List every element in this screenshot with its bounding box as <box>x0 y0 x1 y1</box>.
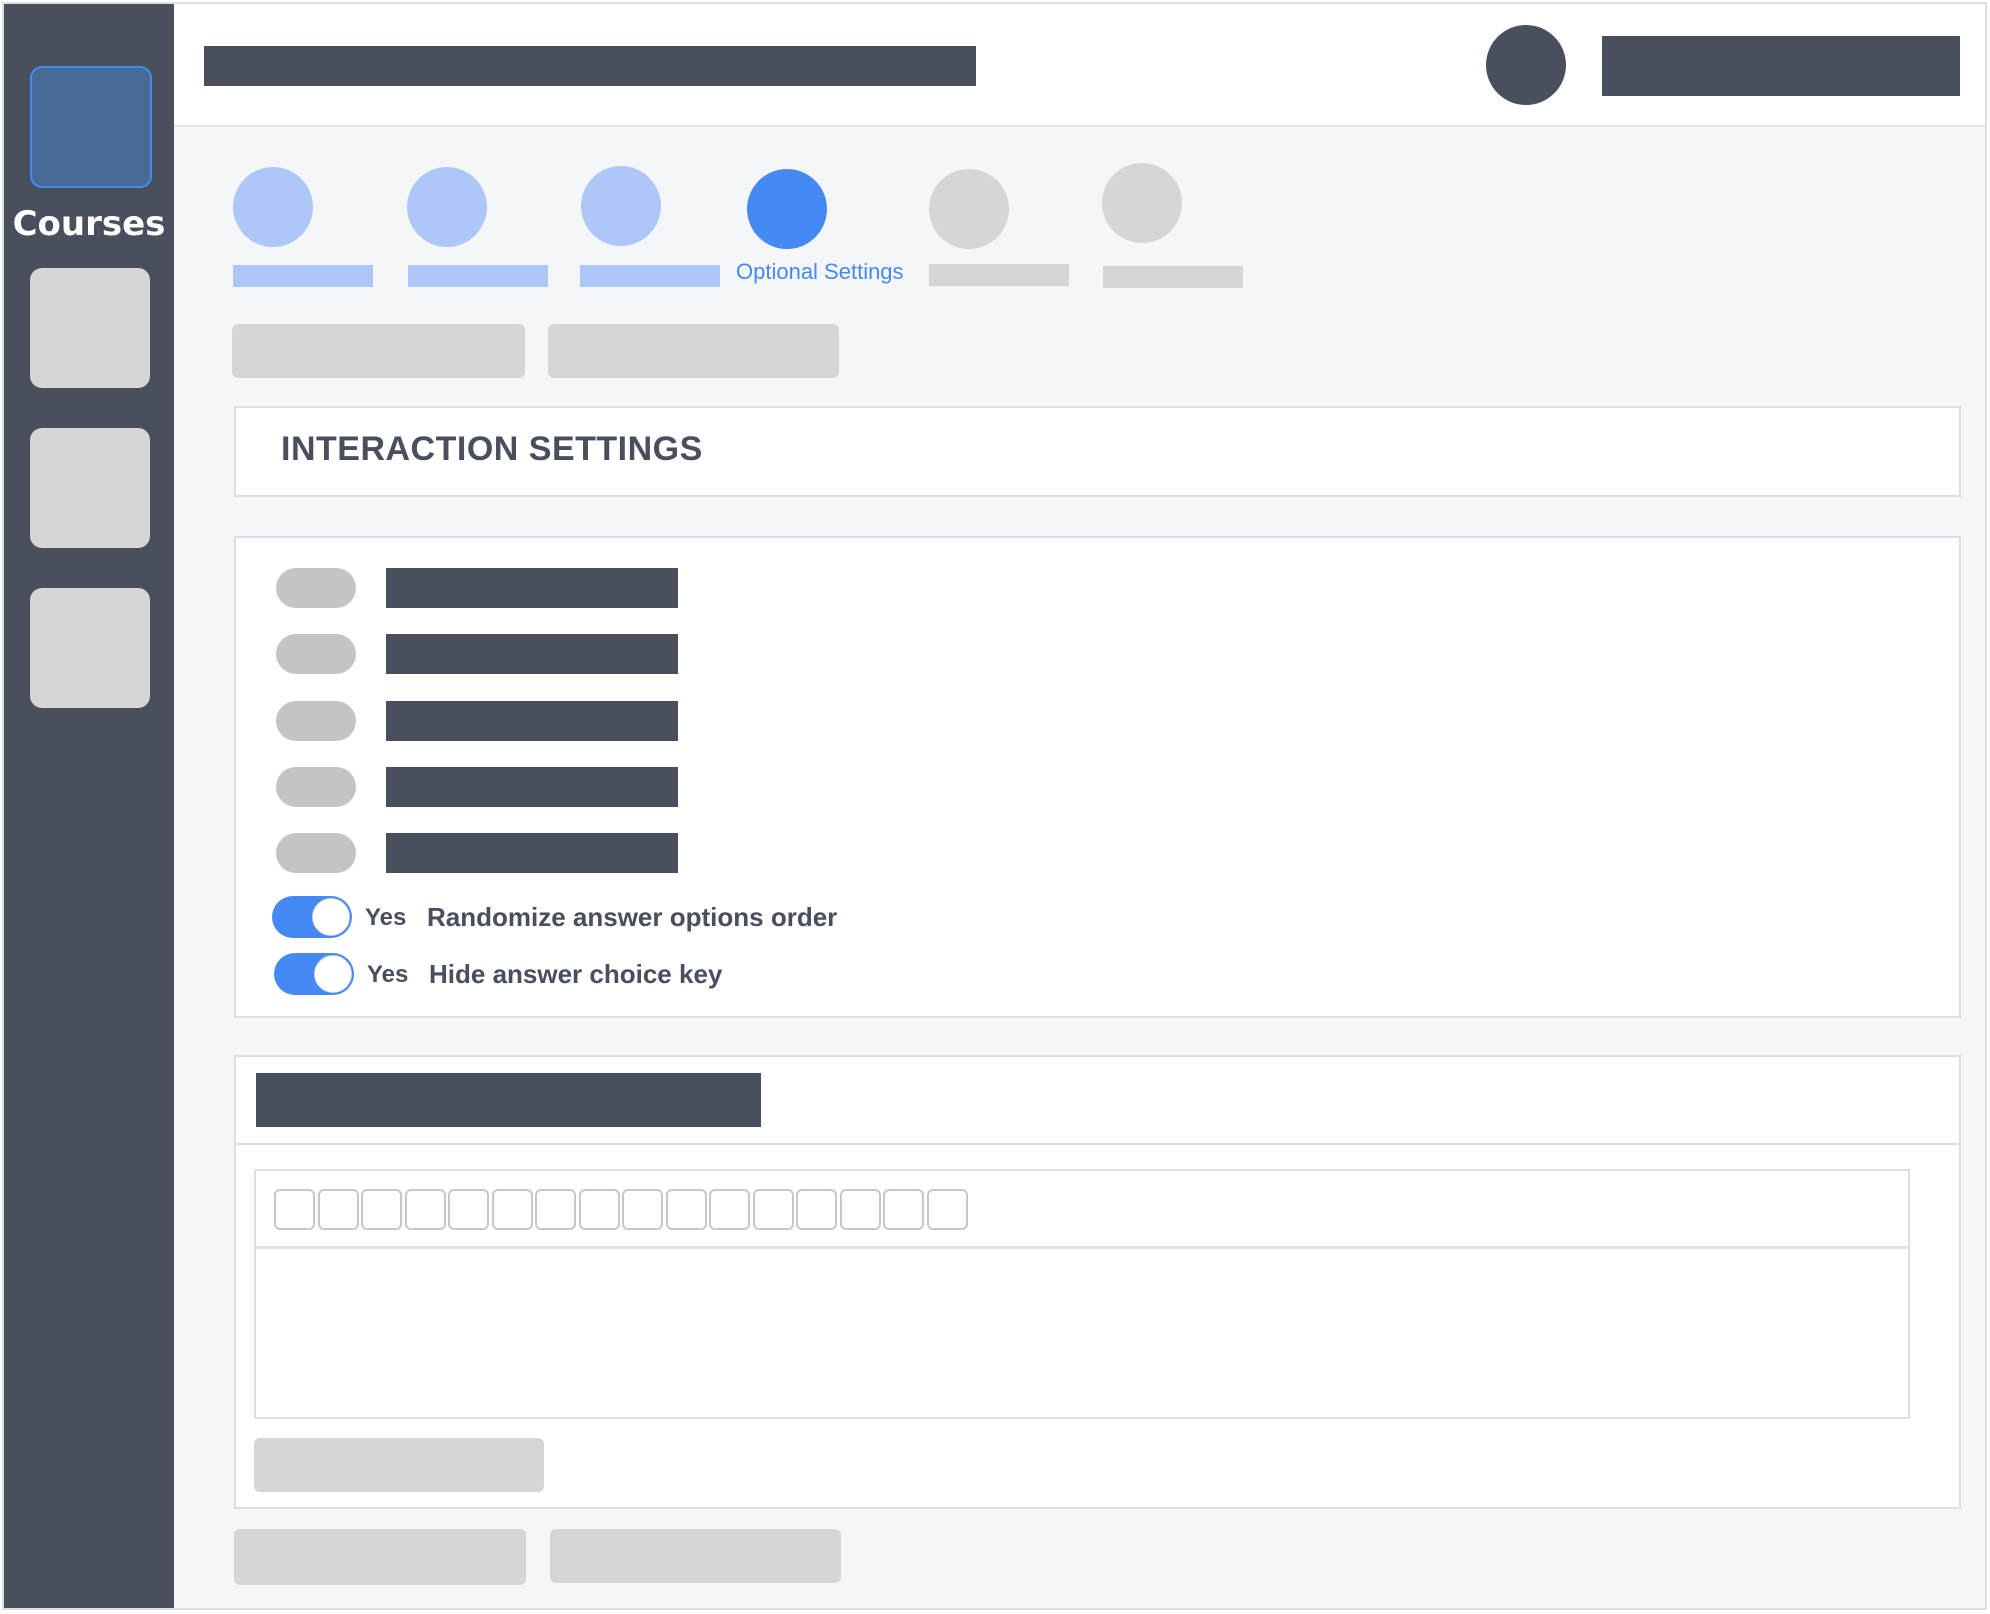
setting-label-3-placeholder <box>386 701 678 741</box>
editor-toolbar-button[interactable] <box>361 1189 402 1230</box>
step-6-circle[interactable] <box>1102 163 1182 243</box>
hide-key-toggle-label: Hide answer choice key <box>429 959 723 989</box>
step-5-circle[interactable] <box>929 169 1009 249</box>
editor-toolbar-button[interactable] <box>622 1189 663 1230</box>
editor-panel-header <box>236 1057 1959 1145</box>
toggle-knob <box>312 898 350 936</box>
randomize-toggle-label: Randomize answer options order <box>427 902 838 932</box>
editor-toolbar-button[interactable] <box>752 1189 794 1230</box>
bottom-button-1[interactable] <box>234 1529 526 1585</box>
editor-toolbar-button[interactable] <box>578 1189 620 1230</box>
setting-toggle-2[interactable] <box>276 634 356 674</box>
step-3-label-placeholder <box>580 265 720 287</box>
sidebar: Courses <box>4 4 174 1608</box>
setting-toggle-5[interactable] <box>276 833 356 873</box>
app-window: Courses Optional Settings INTERACTION SE… <box>2 2 1987 1610</box>
editor-toolbar-button[interactable] <box>274 1189 315 1230</box>
randomize-toggle[interactable] <box>272 896 352 938</box>
top-action-button-2[interactable] <box>548 324 839 378</box>
step-6-label-placeholder <box>1103 266 1243 288</box>
step-5-label-placeholder <box>929 264 1069 286</box>
setting-toggle-3[interactable] <box>276 701 356 741</box>
editor-toolbar <box>256 1171 1908 1249</box>
editor-text-area[interactable] <box>256 1252 1908 1417</box>
step-4-circle-active[interactable] <box>747 169 827 249</box>
top-bar <box>174 4 1985 127</box>
setting-toggle-4[interactable] <box>276 767 356 807</box>
setting-toggle-1[interactable] <box>276 568 356 608</box>
step-4-label: Optional Settings <box>736 259 904 284</box>
sidebar-item-3[interactable] <box>30 428 150 548</box>
editor-toolbar-button[interactable] <box>448 1189 489 1230</box>
editor-panel <box>234 1055 1961 1509</box>
sidebar-item-courses-icon[interactable] <box>30 66 152 188</box>
rich-text-editor[interactable] <box>254 1169 1910 1419</box>
editor-toolbar-button[interactable] <box>404 1189 446 1230</box>
interaction-settings-header: INTERACTION SETTINGS <box>234 406 1961 497</box>
setting-label-2-placeholder <box>386 634 678 674</box>
bottom-button-2[interactable] <box>550 1529 841 1583</box>
step-2-label-placeholder <box>408 265 548 287</box>
editor-toolbar-button[interactable] <box>665 1189 707 1230</box>
user-name-placeholder[interactable] <box>1602 36 1960 96</box>
avatar[interactable] <box>1486 25 1566 105</box>
settings-panel: Yes Randomize answer options order Yes H… <box>234 536 1961 1018</box>
step-1-label-placeholder <box>233 265 373 287</box>
page-title-placeholder <box>204 46 976 86</box>
toggle-knob <box>314 955 352 993</box>
editor-toolbar-button[interactable] <box>709 1189 750 1230</box>
editor-toolbar-button[interactable] <box>839 1189 881 1230</box>
hide-key-toggle-state: Yes <box>367 961 409 988</box>
editor-action-button[interactable] <box>254 1438 544 1492</box>
editor-toolbar-button[interactable] <box>491 1189 533 1230</box>
editor-toolbar-button[interactable] <box>883 1189 924 1230</box>
setting-label-1-placeholder <box>386 568 678 608</box>
sidebar-item-2[interactable] <box>30 268 150 388</box>
step-3-circle[interactable] <box>581 166 661 246</box>
editor-toolbar-button[interactable] <box>796 1189 837 1230</box>
step-2-circle[interactable] <box>407 167 487 247</box>
editor-toolbar-button[interactable] <box>926 1189 968 1230</box>
sidebar-item-4[interactable] <box>30 588 150 708</box>
editor-toolbar-button[interactable] <box>535 1189 576 1230</box>
step-1-circle[interactable] <box>233 167 313 247</box>
hide-key-toggle[interactable] <box>274 953 354 995</box>
editor-title-placeholder <box>256 1073 761 1127</box>
setting-label-5-placeholder <box>386 833 678 873</box>
randomize-toggle-state: Yes <box>365 904 407 931</box>
setting-label-4-placeholder <box>386 767 678 807</box>
sidebar-item-courses-label[interactable]: Courses <box>4 204 174 244</box>
top-action-button-1[interactable] <box>232 324 525 378</box>
editor-toolbar-button[interactable] <box>317 1189 359 1230</box>
section-title: INTERACTION SETTINGS <box>281 430 703 468</box>
